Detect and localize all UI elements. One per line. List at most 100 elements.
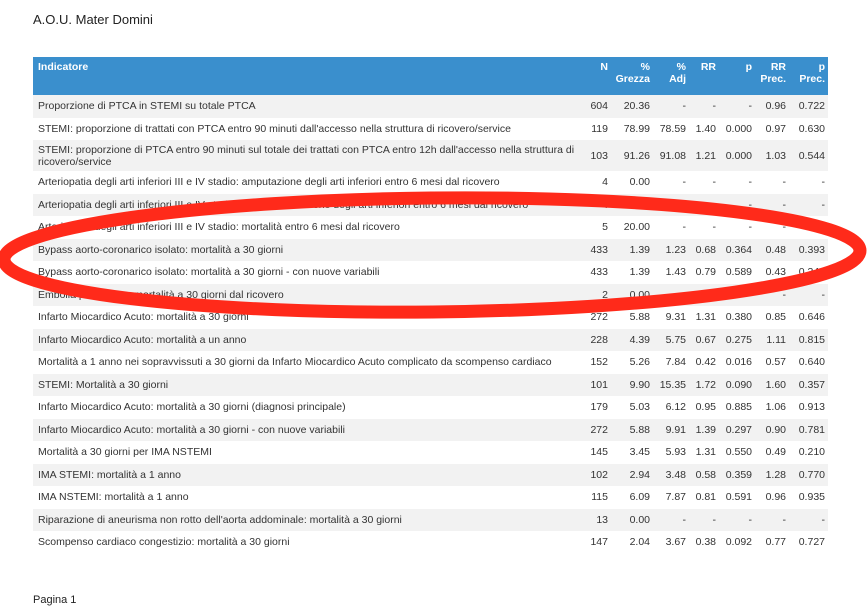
value-cell: 0.591 <box>725 491 752 504</box>
value-cell: - <box>712 198 717 211</box>
value-cell: 0.275 <box>725 333 752 346</box>
value-cell: 3.67 <box>665 536 686 549</box>
value-cell: 152 <box>590 356 608 369</box>
indicator-cell: Infarto Miocardico Acuto: mortalità a 30… <box>38 423 345 436</box>
value-cell: 2 <box>602 288 608 301</box>
value-cell: 0.85 <box>765 311 786 324</box>
table-row: Infarto Miocardico Acuto: mortalità a 30… <box>33 306 828 329</box>
column-header-indicatore: Indicatore <box>33 57 581 95</box>
table-row: STEMI: proporzione di trattati con PTCA … <box>33 117 828 140</box>
value-cell: 0.42 <box>695 356 716 369</box>
value-cell: 1.21 <box>695 149 716 162</box>
value-cell: 3.45 <box>629 446 650 459</box>
value-cell: - <box>782 288 787 301</box>
table-row: Bypass aorto-coronarico isolato: mortali… <box>33 238 828 261</box>
value-cell: 2.94 <box>629 468 650 481</box>
value-cell: - <box>712 513 717 526</box>
value-cell: 1.11 <box>766 333 786 346</box>
value-cell: 15.35 <box>659 378 686 391</box>
value-cell: 0.550 <box>725 446 752 459</box>
table-row: Infarto Miocardico Acuto: mortalità a un… <box>33 328 828 351</box>
value-cell: 4.39 <box>629 333 650 346</box>
indicator-cell: IMA STEMI: mortalità a 1 anno <box>38 468 181 481</box>
value-cell: - <box>821 288 826 301</box>
value-cell: - <box>782 513 787 526</box>
value-cell: 0.96 <box>765 491 786 504</box>
value-cell: 102 <box>590 468 608 481</box>
value-cell: 1.39 <box>629 266 650 279</box>
value-cell: - <box>821 176 826 189</box>
column-header-n: N <box>581 57 611 95</box>
value-cell: 0.393 <box>798 243 825 256</box>
value-cell: 0.913 <box>798 401 825 414</box>
indicator-cell: Scompenso cardiaco congestizio: mortalit… <box>38 536 290 549</box>
value-cell: 1.72 <box>695 378 716 391</box>
value-cell: - <box>748 221 753 234</box>
value-cell: 13 <box>596 513 608 526</box>
value-cell: 0.630 <box>798 122 825 135</box>
value-cell: 0.77 <box>765 536 786 549</box>
table-row: STEMI: proporzione di PTCA entro 90 minu… <box>33 140 828 171</box>
value-cell: 145 <box>590 446 608 459</box>
value-cell: 1.60 <box>765 378 786 391</box>
value-cell: - <box>682 198 687 211</box>
value-cell: 5 <box>602 221 608 234</box>
value-cell: - <box>782 176 787 189</box>
value-cell: - <box>782 198 787 211</box>
value-cell: 0.00 <box>629 513 650 526</box>
value-cell: 0.781 <box>798 423 825 436</box>
indicator-cell: Arteriopatia degli arti inferiori III e … <box>38 221 400 234</box>
table-row: STEMI: Mortalità a 30 giorni 101 9.90 15.35… <box>33 373 828 396</box>
value-cell: 119 <box>591 122 608 135</box>
value-cell: - <box>748 288 753 301</box>
value-cell: 0.79 <box>695 266 716 279</box>
value-cell: 604 <box>590 100 608 113</box>
value-cell: 3.48 <box>665 468 686 481</box>
value-cell: - <box>712 221 717 234</box>
indicators-table: Indicatore N % Grezza % Adj RR p RR Prec. p… <box>33 57 828 554</box>
table-row: Infarto Miocardico Acuto: mortalità a 30… <box>33 396 828 419</box>
value-cell: 0.000 <box>725 122 752 135</box>
table-row: Arteriopatia degli arti inferiori III e … <box>33 171 828 194</box>
indicator-cell: STEMI: proporzione di PTCA entro 90 minu… <box>38 143 575 168</box>
indicator-cell: Arteriopatia degli arti inferiori III e … <box>38 176 500 189</box>
value-cell: 0.49 <box>765 446 786 459</box>
value-cell: 0.00 <box>629 198 650 211</box>
value-cell: 1.28 <box>765 468 786 481</box>
value-cell: 0.090 <box>725 378 752 391</box>
value-cell: 0.544 <box>798 149 825 162</box>
value-cell: 1.03 <box>765 149 786 162</box>
table-row: IMA STEMI: mortalità a 1 anno 102 2.94 3.48… <box>33 463 828 486</box>
hospital-name: A.O.U. Mater Domini <box>33 12 153 27</box>
value-cell: 1.31 <box>695 311 716 324</box>
value-cell: 0.97 <box>765 122 786 135</box>
table-row: Arteriopatia degli arti inferiori III e … <box>33 193 828 216</box>
value-cell: 5.88 <box>629 423 650 436</box>
value-cell: 5.93 <box>665 446 686 459</box>
value-cell: 0.935 <box>798 491 825 504</box>
value-cell: 433 <box>590 266 608 279</box>
value-cell: - <box>682 221 687 234</box>
value-cell: 0.380 <box>725 311 752 324</box>
value-cell: 0.90 <box>765 423 786 436</box>
table-row: Arteriopatia degli arti inferiori III e … <box>33 216 828 239</box>
value-cell: 0.00 <box>629 176 650 189</box>
table-row: IMA NSTEMI: mortalità a 1 anno 115 6.09 7.8… <box>33 486 828 509</box>
value-cell: 0.364 <box>725 243 752 256</box>
value-cell: 91.08 <box>659 149 686 162</box>
value-cell: 1.06 <box>765 401 786 414</box>
value-cell: 115 <box>591 491 608 504</box>
table-row: Scompenso cardiaco congestizio: mortalit… <box>33 531 828 554</box>
indicator-cell: Proporzione di PTCA in STEMI su totale P… <box>38 100 256 113</box>
value-cell: 0.016 <box>725 356 752 369</box>
value-cell: - <box>821 198 826 211</box>
value-cell: 5.75 <box>665 333 686 346</box>
value-cell: 0.885 <box>725 401 752 414</box>
value-cell: 0.815 <box>798 333 825 346</box>
value-cell: 78.59 <box>659 122 686 135</box>
value-cell: 272 <box>590 311 608 324</box>
value-cell: 0.81 <box>695 491 716 504</box>
value-cell: 147 <box>590 536 608 549</box>
value-cell: 4 <box>602 198 608 211</box>
value-cell: 91.26 <box>623 149 650 162</box>
